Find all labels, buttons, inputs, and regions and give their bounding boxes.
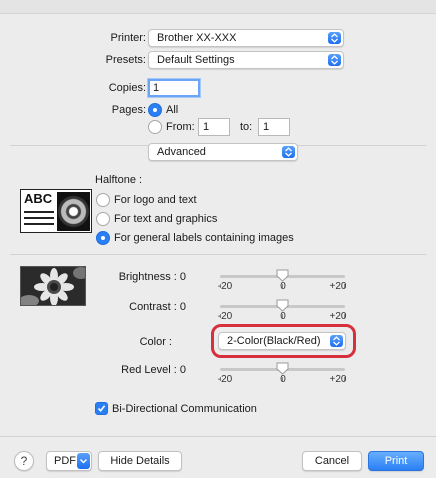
halftone-option-label: For logo and text <box>114 194 197 206</box>
footer-divider <box>0 436 436 437</box>
slider-min-label: -20 <box>217 374 233 385</box>
pages-from-label: From: <box>166 121 195 133</box>
presets-value: Default Settings <box>157 54 235 66</box>
pages-to-input[interactable]: 1 <box>258 118 290 136</box>
halftone-logo-text-radio[interactable] <box>96 193 110 207</box>
halftone-label: Halftone : <box>95 174 143 186</box>
hide-details-button[interactable]: Hide Details <box>98 451 182 471</box>
slider-min-label: -20 <box>217 281 233 292</box>
pages-from-input[interactable]: 1 <box>198 118 230 136</box>
halftone-preview-text: ABC <box>24 191 53 206</box>
printer-value: Brother XX-XXX <box>157 32 237 44</box>
slider-max-label: +20 <box>329 311 347 322</box>
print-dialog: Printer: Brother XX-XXX Presets: Default… <box>0 0 436 478</box>
sunflower-dither-icon <box>57 192 90 231</box>
chevron-updown-icon <box>282 146 295 158</box>
pages-all-radio[interactable] <box>148 103 162 117</box>
slider-max-label: +20 <box>329 374 347 385</box>
help-button[interactable]: ? <box>14 451 34 471</box>
pages-range-radio[interactable] <box>148 120 162 134</box>
halftone-preview: ABC <box>20 189 92 233</box>
chevron-updown-icon <box>328 32 341 44</box>
section-value: Advanced <box>157 146 206 158</box>
color-value: 2-Color(Black/Red) <box>227 335 321 347</box>
printer-popup[interactable]: Brother XX-XXX <box>148 29 344 47</box>
chevron-updown-icon <box>328 54 341 66</box>
section-popup[interactable]: Advanced <box>148 143 298 161</box>
text-line <box>24 211 54 213</box>
bidirectional-label: Bi-Directional Communication <box>112 403 257 415</box>
printer-label: Printer: <box>110 32 146 44</box>
brightness-value: 0 <box>179 271 186 283</box>
bidirectional-checkbox[interactable] <box>95 402 108 415</box>
red-level-label: Red Level : 0 <box>121 364 186 376</box>
slider-mid-label: 0 <box>280 374 286 385</box>
halftone-text-graphics-radio[interactable] <box>96 212 110 226</box>
pages-to-label: to: <box>240 121 253 133</box>
halftone-option-label: For general labels containing images <box>114 232 294 244</box>
pdf-menu-button[interactable]: PDF <box>46 451 92 471</box>
chevron-updown-icon <box>330 335 343 347</box>
copies-label: Copies: <box>108 82 146 94</box>
presets-popup[interactable]: Default Settings <box>148 51 344 69</box>
pages-label: Pages: <box>111 104 146 116</box>
sunflower-icon <box>21 267 85 305</box>
color-popup[interactable]: 2-Color(Black/Red) <box>218 332 346 350</box>
slider-mid-label: 0 <box>280 281 286 292</box>
checkmark-icon <box>97 405 106 413</box>
halftone-option-label: For text and graphics <box>114 213 218 225</box>
text-line <box>24 223 54 225</box>
pages-all-label: All <box>166 104 179 116</box>
print-button[interactable]: Print <box>368 451 424 471</box>
divider <box>10 254 426 255</box>
chevron-down-icon <box>77 453 90 469</box>
pdf-label: PDF <box>54 455 76 467</box>
cancel-button[interactable]: Cancel <box>302 451 362 471</box>
slider-max-label: +20 <box>329 281 347 292</box>
halftone-general-labels-radio[interactable] <box>96 231 110 245</box>
slider-mid-label: 0 <box>280 311 286 322</box>
brightness-label: Brightness : 0 <box>118 271 186 283</box>
text-line <box>24 217 54 219</box>
contrast-value: 0 <box>179 301 186 313</box>
red-level-value: 0 <box>179 364 186 376</box>
contrast-label: Contrast : 0 <box>129 301 186 313</box>
window-top-edge <box>0 0 436 14</box>
presets-label: Presets: <box>105 54 146 66</box>
copies-input[interactable]: 1 <box>148 79 200 97</box>
sunflower-preview-image <box>20 266 86 306</box>
color-label: Color : <box>139 336 172 348</box>
slider-min-label: -20 <box>217 311 233 322</box>
